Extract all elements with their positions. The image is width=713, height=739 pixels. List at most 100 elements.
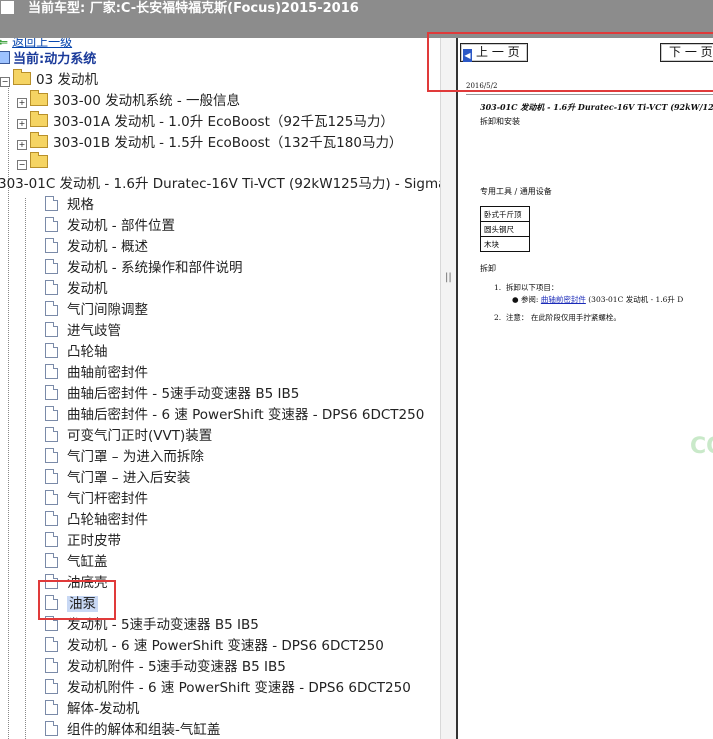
tree-page-item[interactable]: 气门罩 – 进入后安装 [45, 468, 190, 489]
tree-page-label: 正时皮带 [67, 533, 121, 549]
page-icon [45, 238, 58, 253]
watermark: CO [690, 434, 713, 459]
tree-page-label: 凸轮轴密封件 [67, 512, 148, 528]
tree-folder[interactable]: +303-01A 发动机 - 1.0升 EcoBoost（92千瓦125马力） [17, 111, 394, 133]
page-icon [45, 511, 58, 526]
tree-page-item[interactable]: 发动机 - 6 速 PowerShift 变速器 - DPS6 6DCT250 [45, 636, 384, 657]
grip-icon: || [445, 272, 452, 283]
step-number: 1. [494, 283, 502, 292]
page-icon [45, 553, 58, 568]
page-icon [45, 322, 58, 337]
document-heading: 303-01C 发动机 - 1.6升 Duratec-16V Ti-VCT (9… [480, 102, 713, 112]
navigation-tree-panel[interactable]: ⇐ 返回上一级 当前:动力系统 −03 发动机 +303-00 发动机系统 - 一… [0, 38, 440, 739]
current-location: 当前:动力系统 [0, 49, 96, 70]
expand-icon[interactable]: + [17, 140, 27, 150]
reference-link[interactable]: 曲轴前密封件 [541, 295, 586, 304]
tree-page-item[interactable]: 正时皮带 [45, 531, 121, 552]
tree-page-item[interactable]: 气门杆密封件 [45, 489, 148, 510]
tree-page-item[interactable]: 气门间隙调整 [45, 300, 148, 321]
page-icon [45, 280, 58, 295]
tree-guide-line [25, 198, 26, 739]
page-icon [45, 700, 58, 715]
tree-folder-open-label[interactable]: 303-01C 发动机 - 1.6升 Duratec-16V Ti-VCT (9… [0, 174, 440, 195]
page-icon [45, 721, 58, 736]
expand-icon[interactable]: + [17, 98, 27, 108]
tree-page-item[interactable]: 发动机 - 概述 [45, 237, 148, 258]
folder-open-icon [13, 69, 31, 85]
tree-page-label: 曲轴后密封件 - 5速手动变速器 B5 IB5 [67, 386, 300, 402]
collapse-icon[interactable]: − [0, 77, 10, 87]
tree-page-item[interactable]: 发动机 - 部件位置 [45, 216, 175, 237]
page-icon [45, 679, 58, 694]
page-icon [45, 406, 58, 421]
tree-page-item[interactable]: 发动机 [45, 279, 108, 300]
tree-page-item[interactable]: 凸轮轴密封件 [45, 510, 148, 531]
page-icon [45, 196, 58, 211]
tree-page-label: 发动机 - 部件位置 [67, 218, 175, 234]
tree-page-item[interactable]: 解体-发动机 [45, 699, 139, 720]
step-2: 2. 注意： 在此阶段仅用手拧紧螺栓。 [494, 312, 621, 323]
collapse-icon[interactable]: − [17, 160, 27, 170]
tree-page-label: 组件的解体和组装-气缸盖 [67, 722, 221, 738]
tree-page-label: 进气歧管 [67, 323, 121, 339]
folder-icon [30, 132, 48, 148]
tree-node-label: 303-00 发动机系统 - 一般信息 [53, 93, 241, 109]
step-1: 1. 拆卸以下项目： [494, 282, 558, 293]
tree-page-item[interactable]: 组件的解体和组装-气缸盖 [45, 720, 220, 739]
tree-page-label: 发动机 - 系统操作和部件说明 [67, 260, 243, 276]
tree-folder[interactable]: +303-01B 发动机 - 1.5升 EcoBoost（132千瓦180马力） [17, 132, 403, 154]
tree-page-label: 气门杆密封件 [67, 491, 148, 507]
tree-page-item[interactable]: 曲轴后密封件 - 6 速 PowerShift 变速器 - DPS6 6DCT2… [45, 405, 424, 426]
tree-page-item[interactable]: 发动机附件 - 5速手动变速器 B5 IB5 [45, 657, 286, 678]
tree-page-item[interactable]: 凸轮轴 [45, 342, 108, 363]
tree-page-item[interactable]: 规格 [45, 195, 94, 216]
back-link-label: 返回上一级 [12, 38, 73, 49]
tree-page-label: 发动机附件 - 5速手动变速器 B5 IB5 [67, 659, 286, 675]
page-icon [45, 490, 58, 505]
step-text: 注意： 在此阶段仅用手拧紧螺栓。 [505, 313, 621, 322]
tree-page-item[interactable]: 曲轴后密封件 - 5速手动变速器 B5 IB5 [45, 384, 299, 405]
page-icon [45, 658, 58, 673]
tree-page-item[interactable]: 可变气门正时(VVT)装置 [45, 426, 212, 447]
tree-page-label: 解体-发动机 [67, 701, 140, 717]
tree-node-label: 303-01C 发动机 - 1.6升 Duratec-16V Ti-VCT (9… [0, 176, 440, 192]
tree-page-label: 可变气门正时(VVT)装置 [67, 428, 213, 444]
tree-page-label: 发动机 - 6 速 PowerShift 变速器 - DPS6 6DCT250 [67, 638, 384, 654]
tree-page-item[interactable]: 气缸盖 [45, 552, 108, 573]
expand-icon[interactable]: + [17, 119, 27, 129]
current-location-label: 当前:动力系统 [13, 52, 97, 67]
folder-icon [30, 111, 48, 127]
tree-page-item[interactable]: 发动机 - 系统操作和部件说明 [45, 258, 242, 279]
tool-cell: 木块 [480, 236, 530, 252]
title-text: 当前车型: 厂家:C-长安福特福克斯(Focus)2015-2016 [0, 0, 359, 17]
tree-page-item[interactable]: 进气歧管 [45, 321, 121, 342]
tree-page-label: 曲轴后密封件 - 6 速 PowerShift 变速器 - DPS6 6DCT2… [67, 407, 425, 423]
page-icon [45, 427, 58, 442]
tree-node-root[interactable]: − 03 发动机 [0, 69, 98, 91]
tree-node-label: 303-01B 发动机 - 1.5升 EcoBoost（132千瓦180马力） [53, 135, 403, 151]
highlight-box-selected [38, 580, 116, 620]
tree-page-label: 发动机 - 概述 [67, 239, 148, 255]
page-icon [45, 364, 58, 379]
tools-table: 卧式千斤顶 圆头钢尺 木块 [480, 206, 530, 252]
page-icon [45, 385, 58, 400]
removal-title: 拆卸 [480, 264, 496, 273]
page-icon [45, 637, 58, 652]
tools-title: 专用工具 / 通用设备 [480, 187, 552, 196]
tree-page-label: 曲轴前密封件 [67, 365, 148, 381]
tree-page-item[interactable]: 发动机附件 - 6 速 PowerShift 变速器 - DPS6 6DCT25… [45, 678, 411, 699]
page-icon [45, 301, 58, 316]
app-icon [1, 1, 14, 14]
tool-cell: 圆头钢尺 [480, 221, 530, 237]
step-1-reference: ● 参阅: 曲轴前密封件 (303-01C 发动机 - 1.6升 D [512, 295, 684, 304]
highlight-box-nav [427, 32, 713, 92]
tree-page-item[interactable]: 气门罩 – 为进入而拆除 [45, 447, 204, 468]
tree-folder[interactable]: +303-00 发动机系统 - 一般信息 [17, 90, 241, 112]
tree-page-item[interactable]: 曲轴前密封件 [45, 363, 148, 384]
tree-page-label: 发动机附件 - 6 速 PowerShift 变速器 - DPS6 6DCT25… [67, 680, 411, 696]
page-icon [45, 448, 58, 463]
tree-folder-open[interactable]: − [17, 152, 53, 174]
tree-page-label: 凸轮轴 [67, 344, 108, 360]
step-text: 拆卸以下项目： [505, 283, 559, 292]
page-icon [45, 217, 58, 232]
